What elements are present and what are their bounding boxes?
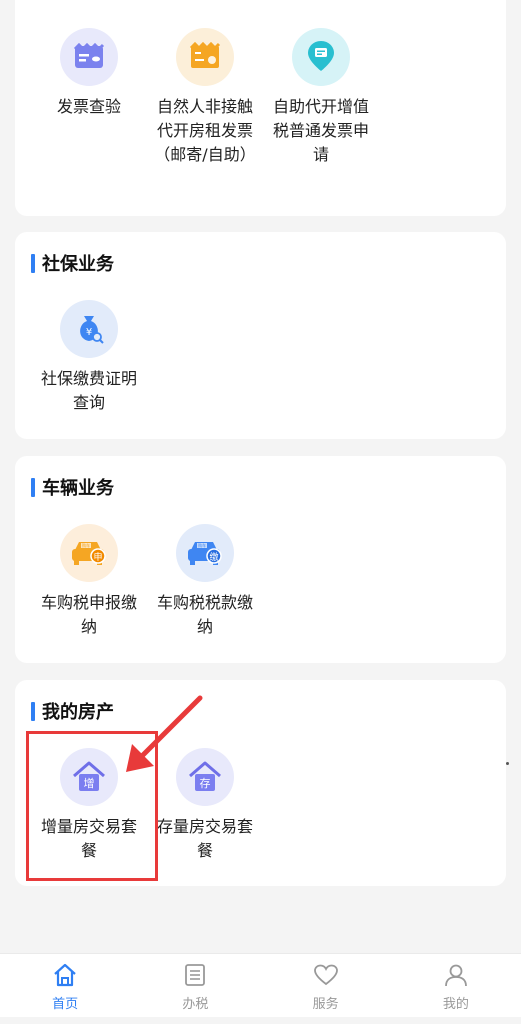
money-bag-search-icon: ¥ [60,300,118,358]
invoice-check-label: 发票查验 [56,97,121,116]
invoice-check-item[interactable]: 发票查验 [31,28,147,119]
user-icon [444,964,467,987]
property-title: 我的房产 [42,702,114,723]
car-tag-text: 购车 [82,542,90,548]
car-pay-icon: 购车 缴 [176,524,234,582]
stray-dot [506,762,509,765]
social-security-card: 社保业务 ¥ 社保缴费证明查询 [15,232,506,439]
vehicle-title: 车辆业务 [42,478,114,499]
social-cert-label: 社保缴费证明查询 [40,369,137,412]
vat-invoice-item[interactable]: 自助代开增值税普通发票申请 [263,28,379,167]
car-tag-text: 购车 [198,542,206,548]
tab-home-label: 首页 [52,997,79,1012]
rent-invoice-icon [176,28,234,86]
section-title: 车辆业务 [31,474,114,500]
vat-invoice-pin-icon [292,28,350,86]
car-badge-text: 申 [93,551,102,563]
home-icon [54,963,76,987]
tab-tax[interactable]: 办税 [130,954,260,1017]
section-title: 我的房产 [31,698,114,724]
car-declare-item[interactable]: 购车 申 车购税申报缴纳 [31,524,147,639]
invoice-check-icon [60,28,118,86]
section-title: 社保业务 [31,250,114,276]
tab-service-label: 服务 [312,997,339,1012]
tab-mine[interactable]: 我的 [391,954,521,1017]
rent-invoice-label: 自然人非接触代开房租发票（邮寄/自助） [154,97,256,164]
car-pay-item[interactable]: 购车 缴 车购税税款缴纳 [147,524,263,639]
heart-icon [313,964,338,986]
bottom-strip [0,1017,521,1024]
car-badge-text: 缴 [209,551,218,563]
car-declare-icon: 购车 申 [60,524,118,582]
svg-text:¥: ¥ [86,327,92,338]
rent-invoice-item[interactable]: 自然人非接触代开房租发票（邮寄/自助） [147,28,263,167]
red-arrow-icon [126,695,203,772]
tab-service[interactable]: 服务 [261,954,391,1017]
vat-invoice-label: 自助代开增值税普通发票申请 [272,97,369,164]
social-security-title: 社保业务 [42,254,114,275]
car-pay-label: 车购税税款缴纳 [156,593,253,636]
invoice-services-card: 发票查验 自然人非接触代开房租发票（邮寄/自助） 自助代开增值税普通发票申请 [15,0,506,216]
house-existing-label: 存量房交易套餐 [156,817,253,860]
list-icon [185,964,206,986]
car-declare-label: 车购税申报缴纳 [40,593,137,636]
tab-home[interactable]: 首页 [0,954,130,1017]
vehicle-card: 车辆业务 购车 申 车购税申报缴纳 购车 缴 车购税税款缴纳 [15,456,506,663]
title-accent-bar [31,253,35,273]
tab-mine-label: 我的 [442,997,469,1012]
title-accent-bar [31,477,35,497]
tab-tax-label: 办税 [182,997,209,1012]
social-cert-item[interactable]: ¥ 社保缴费证明查询 [31,300,147,415]
title-accent-bar [31,701,35,721]
bottom-tab-bar: 首页 办税 服务 我的 [0,953,521,1017]
